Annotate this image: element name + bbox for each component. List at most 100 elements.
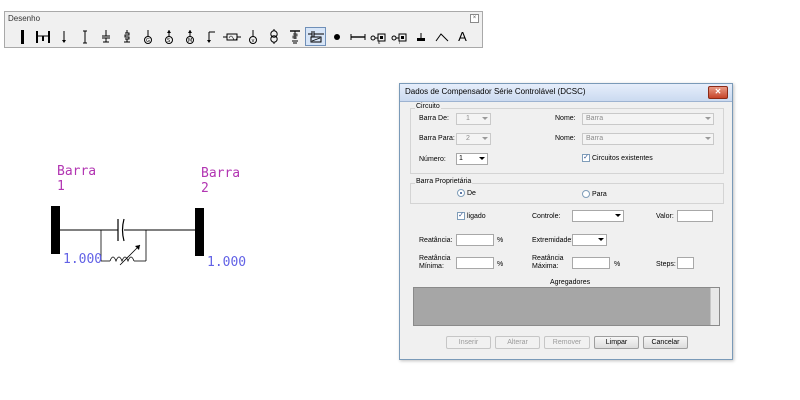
circuitos-existentes-label: Circuitos existentes: [592, 155, 653, 162]
reatancia-maxima-percent: %: [614, 261, 621, 268]
curve-icon[interactable]: [431, 27, 452, 46]
numero-select[interactable]: 1: [456, 153, 488, 165]
bus-from-bar: [51, 206, 60, 254]
reatancia-minima-input[interactable]: [456, 257, 494, 269]
ground-icon[interactable]: [410, 27, 431, 46]
bus-from-voltage: 1.000: [63, 252, 103, 267]
ligado-checkbox[interactable]: ✓: [457, 212, 465, 220]
para-label: Para: [592, 191, 607, 198]
circuito-legend: Circuito: [415, 103, 441, 110]
shunt-capacitor-icon[interactable]: [95, 27, 116, 46]
nome-de-select[interactable]: Barra: [582, 113, 714, 125]
agregadores-list[interactable]: [413, 287, 720, 326]
svg-text:G: G: [146, 38, 150, 44]
chevron-down-icon: [482, 117, 488, 120]
line-icon[interactable]: [74, 27, 95, 46]
tool-row: G S M v k i A: [11, 27, 473, 46]
svg-text:v: v: [251, 38, 254, 44]
svg-text:i: i: [399, 40, 400, 45]
branch-icon[interactable]: [347, 27, 368, 46]
bus-section-icon[interactable]: [32, 27, 53, 46]
series-device-icon[interactable]: [221, 27, 242, 46]
controle-label: Controle:: [532, 213, 561, 220]
inserir-button[interactable]: Inserir: [446, 336, 491, 349]
barra-para-value: 2: [466, 135, 470, 142]
steps-label: Steps:: [656, 261, 676, 268]
reatancia-maxima-label-2: Máxima:: [532, 263, 559, 270]
reatancia-maxima-label-1: Reatância: [532, 255, 564, 262]
reatancia-minima-label-2: Mínima:: [419, 263, 444, 270]
nome-para-select[interactable]: Barra: [582, 133, 714, 145]
chevron-down-icon: [482, 137, 488, 140]
generator-icon[interactable]: G: [137, 27, 158, 46]
grounding-icon[interactable]: [284, 27, 305, 46]
converter-icon[interactable]: k: [368, 27, 389, 46]
steps-input[interactable]: [677, 257, 694, 269]
nome-de-value: Barra: [586, 115, 604, 122]
reatancia-input[interactable]: [456, 234, 494, 246]
barra-para-label: Barra Para:: [419, 135, 455, 142]
extremidade-select[interactable]: [572, 234, 607, 246]
chevron-down-icon: [615, 214, 621, 217]
alterar-button[interactable]: Alterar: [495, 336, 540, 349]
reatancia-minima-percent: %: [497, 261, 504, 268]
barra-de-value: 1: [466, 115, 470, 122]
text-icon[interactable]: A: [452, 27, 473, 46]
remover-button[interactable]: Remover: [544, 336, 590, 349]
barra-para-select[interactable]: 2: [456, 133, 491, 145]
arrow-load-icon[interactable]: [200, 27, 221, 46]
svg-text:S: S: [167, 38, 170, 44]
circuitos-existentes-checkbox[interactable]: ✓: [582, 154, 590, 162]
cancelar-button[interactable]: Cancelar: [643, 336, 688, 349]
bus-to-voltage: 1.000: [207, 255, 247, 270]
drawing-toolbar: Desenho × G S M v k i A: [4, 11, 483, 48]
bus-to-bar: [195, 208, 204, 256]
load-icon[interactable]: [53, 27, 74, 46]
shunt-reactor-icon[interactable]: [116, 27, 137, 46]
reatancia-label: Reatância:: [419, 237, 453, 244]
svg-text:M: M: [188, 38, 192, 44]
chevron-down-icon: [479, 157, 485, 160]
nome-label-1: Nome:: [555, 115, 576, 122]
transformer-icon[interactable]: [263, 27, 284, 46]
chevron-down-icon: [598, 238, 604, 241]
agregadores-scrollbar[interactable]: [710, 288, 719, 325]
barra-proprietaria-legend: Barra Proprietária: [415, 178, 473, 185]
dcsc-icon[interactable]: [305, 27, 326, 46]
close-icon[interactable]: ✕: [708, 86, 728, 99]
reatancia-maxima-input[interactable]: [572, 257, 610, 269]
ligado-label: ligado: [467, 213, 486, 220]
bus-icon[interactable]: [11, 27, 32, 46]
dialog-titlebar[interactable]: Dados de Compensador Série Controlável (…: [400, 84, 732, 102]
extremidade-label: Extremidade:: [532, 237, 574, 244]
dcsc-branch-drawing: [51, 206, 204, 266]
diagram-canvas[interactable]: Barra 1 Barra 2 1.000 1.000: [0, 55, 400, 400]
barra-de-label: Barra De:: [419, 115, 449, 122]
toolbar-close-icon[interactable]: ×: [470, 14, 479, 23]
nome-label-2: Nome:: [555, 135, 576, 142]
reatancia-minima-label: Reatância Mínima:: [419, 255, 451, 271]
converter2-icon[interactable]: i: [389, 27, 410, 46]
node-icon[interactable]: [326, 27, 347, 46]
de-radio[interactable]: [457, 189, 465, 197]
valor-label: Valor:: [656, 213, 674, 220]
agregadores-label: Agregadores: [550, 279, 591, 286]
de-label: De: [467, 190, 476, 197]
toolbar-title: Desenho: [8, 14, 41, 23]
dialog-title: Dados de Compensador Série Controlável (…: [405, 87, 586, 96]
limpar-button[interactable]: Limpar: [594, 336, 639, 349]
nome-para-value: Barra: [586, 135, 604, 142]
chevron-down-icon: [705, 117, 711, 120]
controle-select[interactable]: [572, 210, 624, 222]
reatancia-minima-label-1: Reatância: [419, 255, 451, 262]
synchronous-machine-icon[interactable]: S: [158, 27, 179, 46]
motor-icon[interactable]: M: [179, 27, 200, 46]
valor-input[interactable]: [677, 210, 713, 222]
barra-de-select[interactable]: 1: [456, 113, 491, 125]
numero-value: 1: [459, 155, 463, 162]
reatancia-percent: %: [497, 237, 504, 244]
ground-source-icon[interactable]: v: [242, 27, 263, 46]
reatancia-maxima-label: Reatância Máxima:: [532, 255, 564, 271]
para-radio[interactable]: [582, 190, 590, 198]
numero-label: Número:: [419, 156, 446, 163]
